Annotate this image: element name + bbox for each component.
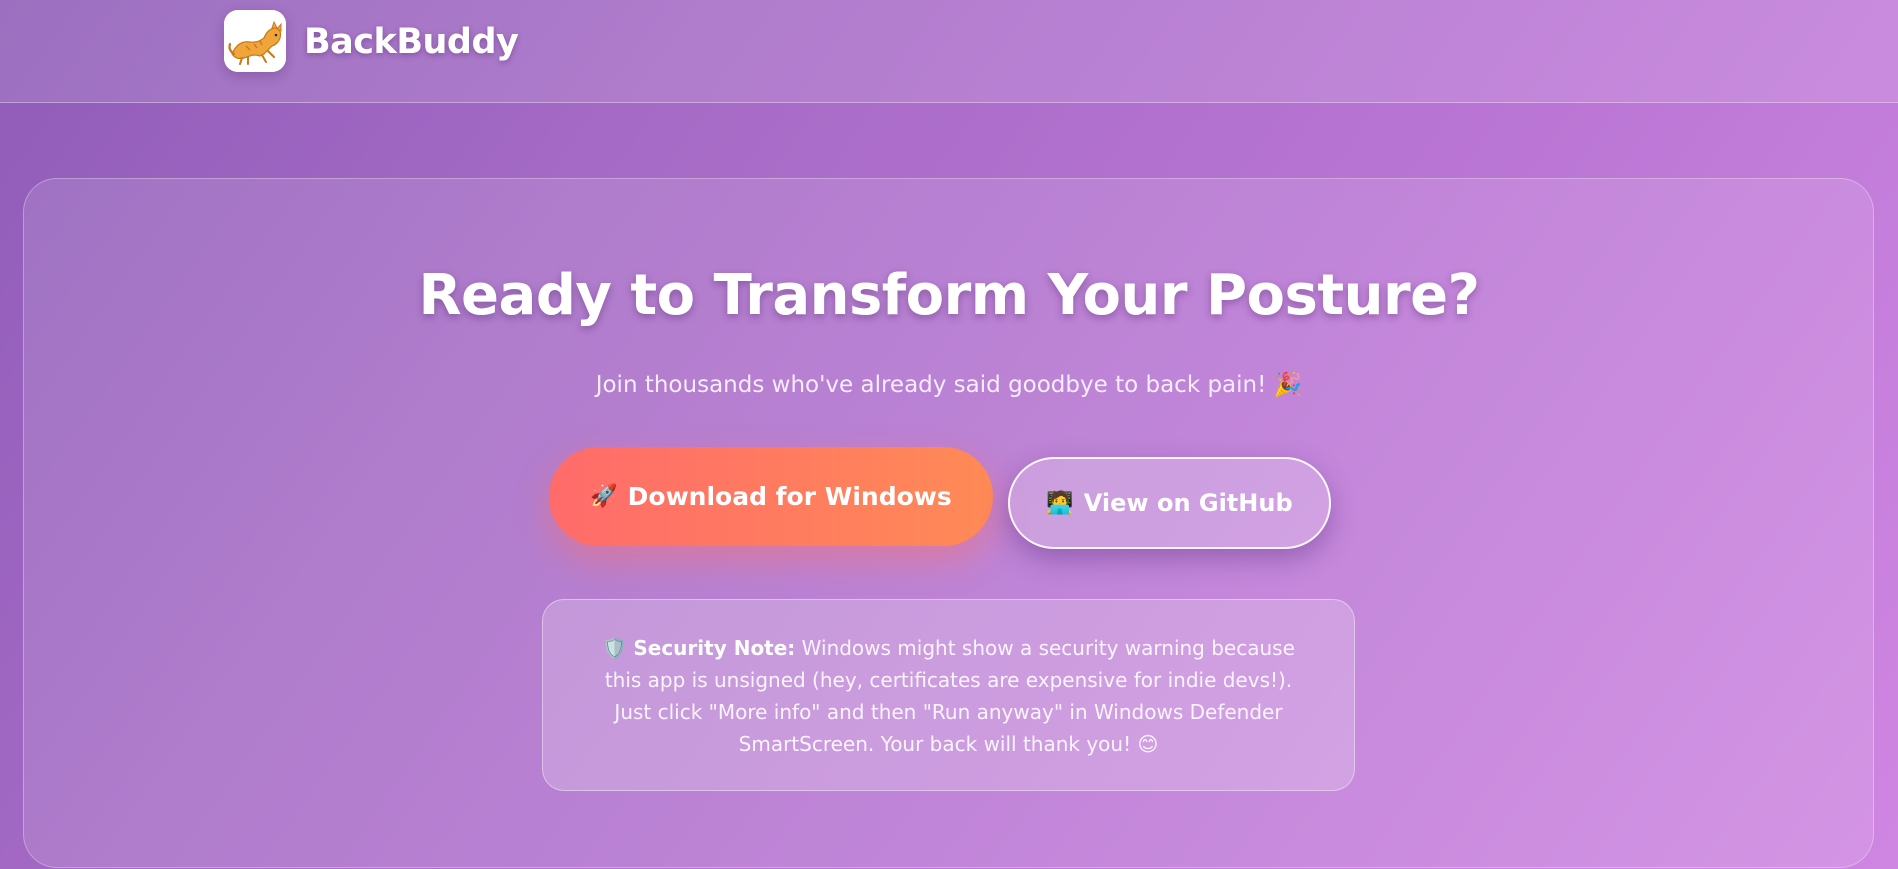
subtitle: Join thousands who've already said goodb… <box>595 372 1303 398</box>
download-for-windows-button[interactable]: 🚀 Download for Windows <box>549 447 993 546</box>
download-button-label: Download for Windows <box>627 482 952 511</box>
logo[interactable] <box>224 10 286 72</box>
github-button-label: View on GitHub <box>1083 489 1293 517</box>
security-note: 🛡️ Security Note: Windows might show a s… <box>542 599 1355 791</box>
page-title: Ready to Transform Your Posture? <box>418 263 1480 328</box>
shield-icon: 🛡️ <box>602 636 627 660</box>
brand-name[interactable]: BackBuddy <box>304 22 519 62</box>
security-note-label: Security Note: <box>633 636 796 660</box>
stretching-cat-icon <box>224 10 286 72</box>
technologist-icon: 🧑‍💻 <box>1046 490 1074 516</box>
rocket-icon: 🚀 <box>590 484 618 509</box>
view-on-github-button[interactable]: 🧑‍💻 View on GitHub <box>1008 457 1331 549</box>
top-navigation-bar: BackBuddy <box>0 0 1898 103</box>
